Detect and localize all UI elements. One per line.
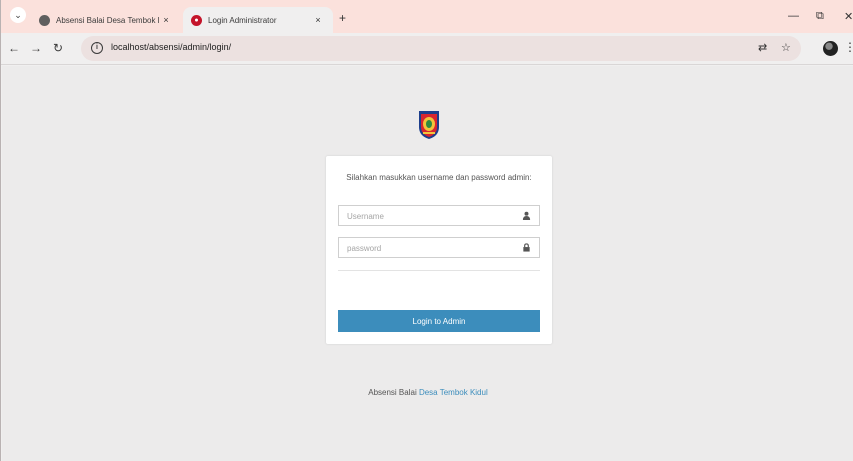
footer-text: Absensi Balai <box>368 388 419 397</box>
close-window-button[interactable]: ✕ <box>844 10 853 23</box>
close-icon[interactable]: × <box>159 15 173 25</box>
browser-window: ⌄ Absensi Balai Desa Tembok Kid × ● Logi… <box>0 0 853 461</box>
user-icon <box>522 211 531 220</box>
reload-icon[interactable]: ↻ <box>53 42 63 54</box>
page-content: Silahkan masukkan username dan password … <box>2 66 853 461</box>
globe-icon <box>39 14 50 26</box>
emblem-logo <box>419 111 439 139</box>
info-icon[interactable]: i <box>91 42 103 54</box>
footer: Absensi Balai Desa Tembok Kidul <box>2 388 853 397</box>
password-input[interactable] <box>339 239 509 258</box>
login-card: Silahkan masukkan username dan password … <box>326 156 552 344</box>
password-field[interactable] <box>338 237 540 258</box>
restore-button[interactable]: ⧉ <box>816 10 824 23</box>
username-field[interactable] <box>338 205 540 226</box>
lock-icon <box>523 243 530 252</box>
profile-icon[interactable] <box>823 41 838 56</box>
star-icon[interactable]: ☆ <box>781 41 791 54</box>
close-icon[interactable]: × <box>311 15 325 25</box>
plus-icon[interactable]: + <box>339 12 346 24</box>
tab-absensi[interactable]: Absensi Balai Desa Tembok Kid × <box>31 7 181 33</box>
tab-strip: ⌄ Absensi Balai Desa Tembok Kid × ● Logi… <box>1 0 853 33</box>
back-icon[interactable]: ← <box>8 42 20 54</box>
footer-link[interactable]: Desa Tembok Kidul <box>419 388 488 397</box>
login-button[interactable]: Login to Admin <box>338 310 540 332</box>
menu-icon[interactable]: ⋮ <box>844 40 853 54</box>
minimize-button[interactable]: — <box>788 10 799 22</box>
login-message: Silahkan masukkan username dan password … <box>346 173 532 182</box>
browser-toolbar: ← → ↻ i localhost/absensi/admin/login/ ⇄… <box>1 33 853 65</box>
address-bar[interactable]: i localhost/absensi/admin/login/ ⇄ ☆ <box>81 36 801 61</box>
tab-login-administrator[interactable]: ● Login Administrator × <box>183 7 333 33</box>
site-favicon-icon: ● <box>191 14 202 26</box>
tab-title: Absensi Balai Desa Tembok Kid <box>56 15 159 25</box>
translate-icon[interactable]: ⇄ <box>758 41 767 54</box>
chevron-down-icon: ⌄ <box>14 10 22 20</box>
divider <box>338 270 540 271</box>
username-input[interactable] <box>339 207 509 226</box>
tab-title: Login Administrator <box>208 15 277 25</box>
url-text[interactable]: localhost/absensi/admin/login/ <box>111 42 231 52</box>
forward-icon[interactable]: → <box>30 42 42 54</box>
tab-search-button[interactable]: ⌄ <box>10 7 26 23</box>
